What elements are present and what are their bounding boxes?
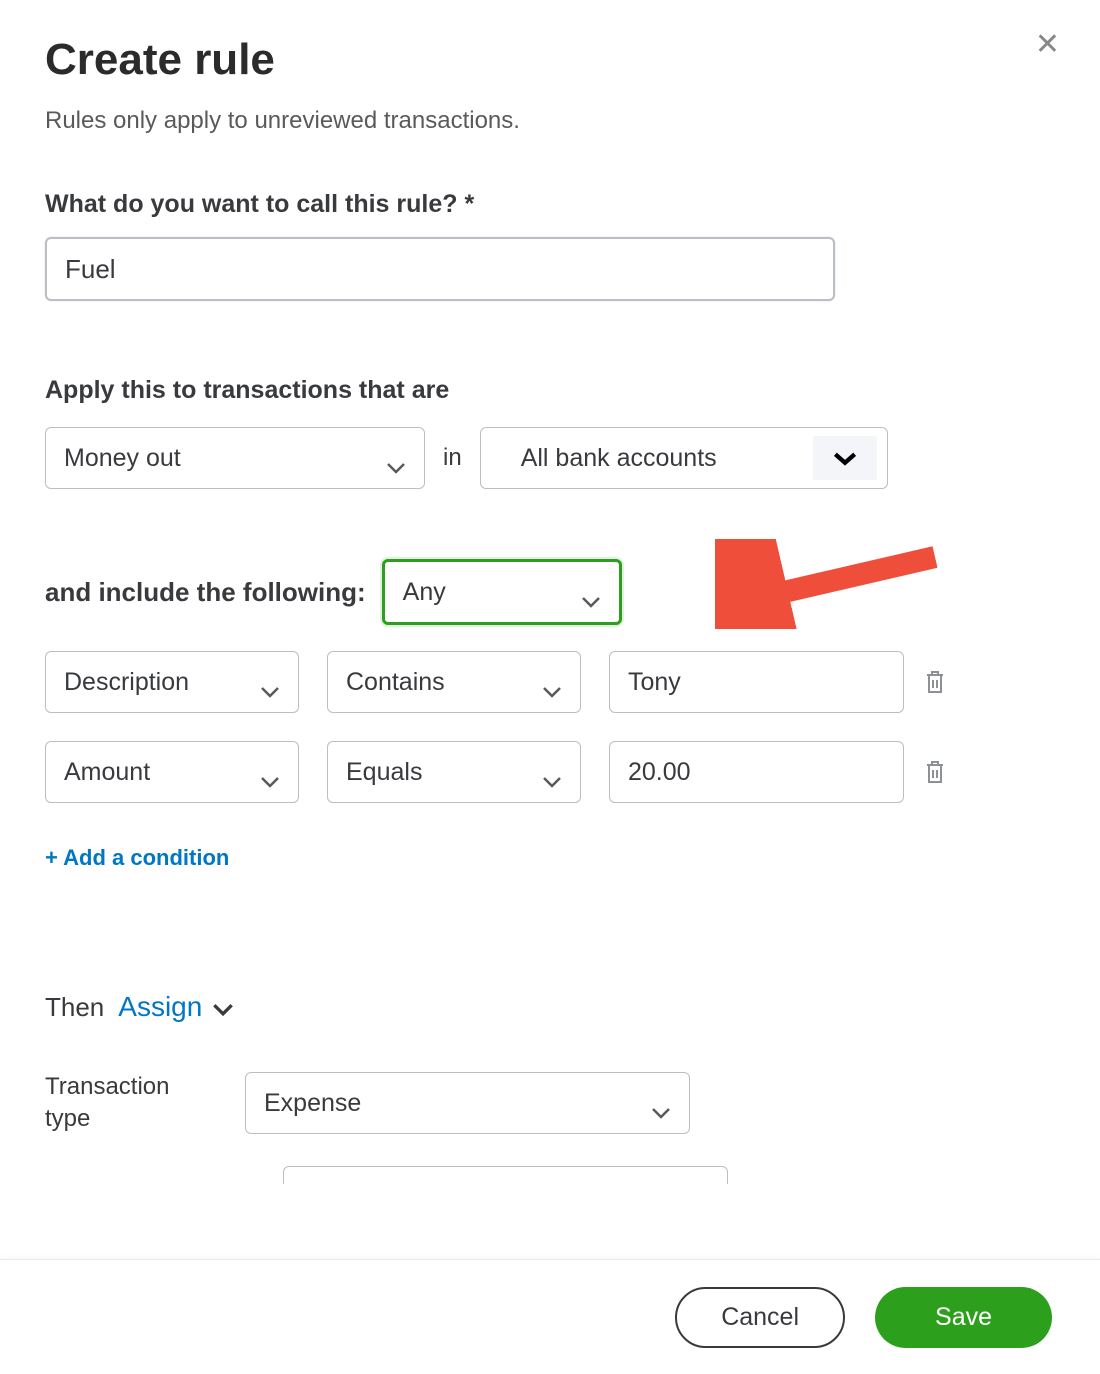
condition-operator-select[interactable]: Contains: [327, 651, 581, 713]
transaction-type-label: Transaction type: [45, 1071, 215, 1136]
condition-operator-select[interactable]: Equals: [327, 741, 581, 803]
chevron-down-icon: [260, 676, 280, 688]
then-label: Then: [45, 992, 104, 1023]
condition-field-value: Amount: [64, 758, 150, 787]
condition-operator-value: Contains: [346, 668, 445, 697]
chevron-down-icon: [813, 436, 877, 480]
add-condition-link[interactable]: + Add a condition: [45, 845, 229, 871]
chevron-down-icon: [212, 991, 234, 1023]
bank-account-value: All bank accounts: [499, 444, 717, 473]
close-icon[interactable]: ✕: [1035, 30, 1060, 60]
cancel-button[interactable]: Cancel: [675, 1287, 845, 1348]
condition-value-input[interactable]: [609, 741, 904, 803]
save-button[interactable]: Save: [875, 1287, 1052, 1348]
assign-action-select[interactable]: Assign: [118, 991, 234, 1023]
partial-field-cutoff: [283, 1166, 728, 1184]
condition-field-value: Description: [64, 668, 189, 697]
condition-field-select[interactable]: Amount: [45, 741, 299, 803]
match-mode-select[interactable]: Any: [382, 559, 622, 625]
arrow-annotation-icon: [715, 539, 945, 629]
condition-value-input[interactable]: [609, 651, 904, 713]
chevron-down-icon: [542, 676, 562, 688]
money-direction-value: Money out: [64, 444, 181, 473]
condition-operator-value: Equals: [346, 758, 422, 787]
bank-account-select[interactable]: All bank accounts: [480, 427, 888, 489]
page-title: Create rule: [45, 35, 1055, 85]
in-connector-label: in: [443, 444, 462, 472]
chevron-down-icon: [260, 766, 280, 778]
chevron-down-icon: [651, 1097, 671, 1109]
rule-name-label: What do you want to call this rule? *: [45, 190, 1055, 219]
trash-icon[interactable]: [924, 669, 946, 695]
trash-icon[interactable]: [924, 759, 946, 785]
condition-row: Amount Equals: [45, 741, 1055, 803]
apply-to-label: Apply this to transactions that are: [45, 376, 1055, 405]
rule-name-input[interactable]: [45, 237, 835, 301]
chevron-down-icon: [386, 452, 406, 464]
chevron-down-icon: [581, 586, 601, 598]
include-label: and include the following:: [45, 577, 366, 608]
match-mode-value: Any: [403, 578, 446, 607]
transaction-type-select[interactable]: Expense: [245, 1072, 690, 1134]
chevron-down-icon: [542, 766, 562, 778]
condition-field-select[interactable]: Description: [45, 651, 299, 713]
condition-row: Description Contains: [45, 651, 1055, 713]
footer-bar: Cancel Save: [0, 1259, 1100, 1374]
transaction-type-value: Expense: [264, 1089, 361, 1118]
page-subtitle: Rules only apply to unreviewed transacti…: [45, 107, 1055, 135]
money-direction-select[interactable]: Money out: [45, 427, 425, 489]
assign-action-value: Assign: [118, 991, 202, 1023]
